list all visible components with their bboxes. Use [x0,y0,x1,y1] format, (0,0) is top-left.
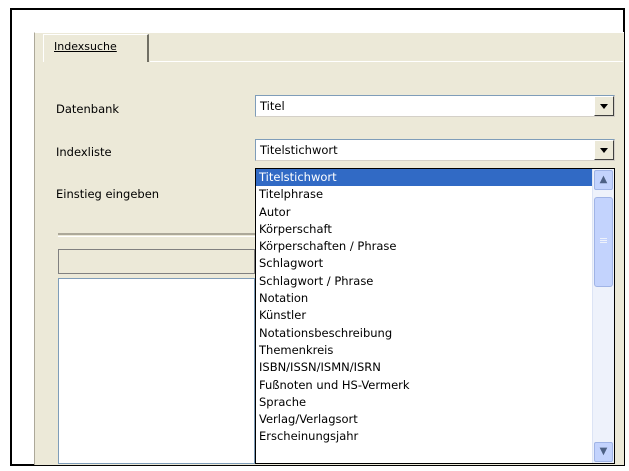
grip-line [600,242,607,243]
separator-highlight [58,236,255,237]
chevron-down-icon: ▼ [599,446,608,457]
datenbank-dropdown-button[interactable] [594,96,614,116]
tab-indexsuche-label: Indexsuche [54,40,117,53]
dropdown-option[interactable]: Titelstichwort [256,169,593,187]
dropdown-options: Titelstichwort Titelphrase Autor Körperscha… [256,169,593,446]
dropdown-option[interactable]: Körperschaften / Phrase [256,238,593,255]
grip-line [600,240,607,241]
datenbank-label: Datenbank [56,102,120,116]
dropdown-option[interactable]: Künstler [256,307,593,324]
result-listbox[interactable] [58,278,255,464]
dropdown-option[interactable]: ISBN/ISSN/ISMN/ISRN [256,359,593,376]
dropdown-option[interactable]: Titelphrase [256,186,593,203]
dropdown-option[interactable]: Autor [256,204,593,221]
dropdown-option[interactable]: Themenkreis [256,342,593,359]
indexliste-value: Titelstichwort [260,143,338,157]
scroll-down-button[interactable]: ▼ [594,442,613,462]
dropdown-option[interactable]: Fußnoten und HS-Vermerk [256,377,593,394]
dropdown-option[interactable]: Erscheinungsjahr [256,428,593,445]
separator [58,233,255,235]
indexliste-select[interactable]: Titelstichwort [255,139,615,161]
dropdown-option[interactable]: Notation [256,290,593,307]
indexliste-dropdown-list[interactable]: Titelstichwort Titelphrase Autor Körperscha… [255,168,615,464]
dropdown-option[interactable]: Notationsbeschreibung [256,325,593,342]
indexliste-dropdown-button[interactable] [594,140,614,160]
dropdown-option[interactable]: Schlagwort [256,255,593,272]
einstieg-label: Einstieg eingeben [56,187,160,201]
tab-indexsuche[interactable]: Indexsuche [43,34,149,62]
chevron-down-icon [600,104,608,109]
chevron-down-icon [600,148,608,153]
tab-strip-line [150,61,623,62]
dropdown-option[interactable]: Schlagwort / Phrase [256,273,593,290]
dropdown-option[interactable]: Verlag/Verlagsort [256,411,593,428]
scroll-up-button[interactable]: ▲ [594,170,613,190]
grip-line [600,238,607,239]
datenbank-select[interactable]: Titel [255,95,615,117]
dropdown-option[interactable]: Körperschaft [256,221,593,238]
scroll-thumb[interactable] [594,197,613,287]
dropdown-scrollbar[interactable]: ▲ ▼ [592,169,614,463]
indexliste-label: Indexliste [56,145,112,159]
result-list-header [58,249,255,274]
datenbank-value: Titel [260,99,285,113]
dropdown-option[interactable]: Sprache [256,394,593,411]
chevron-up-icon: ▲ [599,174,608,185]
